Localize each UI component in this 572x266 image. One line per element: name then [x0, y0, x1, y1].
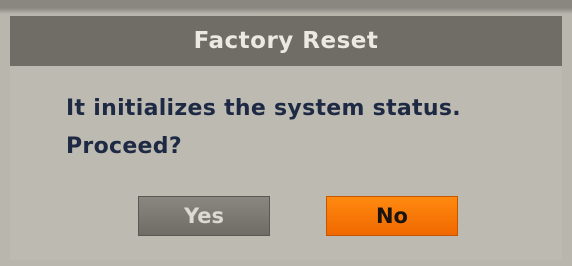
yes-button-label: Yes	[183, 204, 225, 228]
no-button[interactable]: No	[326, 196, 458, 236]
no-button-label: No	[375, 204, 408, 228]
dialog-title: Factory Reset	[193, 28, 379, 54]
dialog-title-bar: Factory Reset	[10, 16, 562, 66]
yes-button[interactable]: Yes	[138, 196, 270, 236]
dialog-message: It initializes the system status. Procee…	[66, 90, 546, 166]
message-line-1: It initializes the system status.	[66, 96, 461, 121]
message-line-2: Proceed?	[66, 134, 182, 159]
factory-reset-dialog: Factory Reset It initializes the system …	[10, 16, 562, 260]
